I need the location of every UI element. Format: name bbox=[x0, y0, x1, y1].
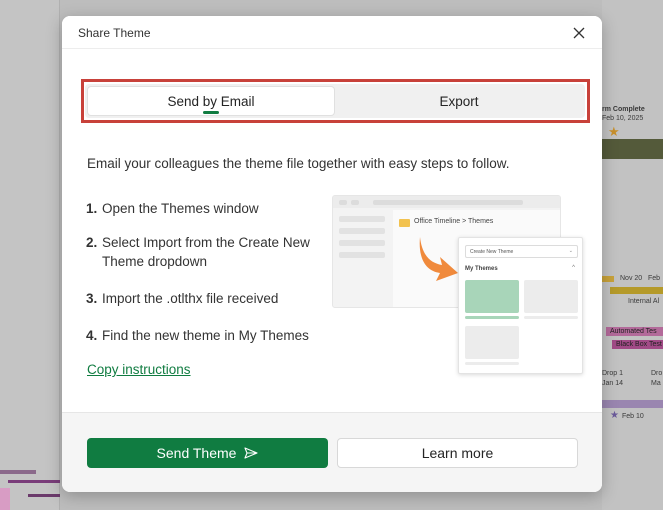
step-text: Select Import from the Create New Theme … bbox=[102, 235, 310, 269]
step-text: Import the .otlthx file received bbox=[102, 291, 279, 306]
illustration-bar bbox=[373, 200, 523, 205]
illustration-topbar bbox=[333, 196, 560, 208]
send-icon bbox=[244, 447, 259, 459]
illustration-dropdown: Create New Theme ⌄ bbox=[465, 245, 578, 258]
bg-drop: Drop 1 bbox=[602, 370, 624, 377]
illustration-sidebar-line bbox=[339, 228, 385, 234]
dialog-footer: Send Theme Learn more bbox=[62, 412, 602, 492]
illustration-tile-label bbox=[465, 362, 519, 365]
step-number: 1. bbox=[86, 201, 98, 216]
step-text: Find the new theme in My Themes bbox=[102, 328, 309, 343]
illustration-path: Office Timeline > Themes bbox=[414, 218, 494, 225]
illustration-tile-label bbox=[524, 316, 578, 319]
tab-send-by-email[interactable]: Send by Email bbox=[88, 87, 334, 115]
bg-bar bbox=[0, 470, 36, 474]
illustration-dot bbox=[351, 200, 359, 205]
copy-instructions-link[interactable]: Copy instructions bbox=[87, 362, 191, 377]
bg-date: Feb 10 bbox=[622, 413, 644, 420]
themes-illustration: Office Timeline > Themes Create New Them… bbox=[332, 195, 587, 380]
active-tab-indicator bbox=[203, 111, 219, 114]
step-number: 4. bbox=[86, 328, 98, 343]
chevron-down-icon: ⌄ bbox=[568, 248, 573, 254]
illustration-themes-panel: Create New Theme ⌄ My Themes ^ bbox=[458, 237, 583, 374]
bg-task: Automated Tes bbox=[610, 328, 657, 335]
chevron-up-icon: ^ bbox=[572, 265, 575, 271]
illustration-theme-tile bbox=[465, 326, 519, 359]
tab-label: Export bbox=[439, 93, 479, 109]
close-icon bbox=[573, 27, 585, 39]
tab-label: Send by Email bbox=[167, 93, 255, 109]
tab-group: Send by Email Export bbox=[85, 84, 585, 118]
tab-export[interactable]: Export bbox=[336, 87, 582, 115]
learn-more-label: Learn more bbox=[421, 445, 494, 461]
star-icon: ★ bbox=[610, 410, 619, 421]
arrow-down-right-icon bbox=[419, 237, 458, 281]
dialog-body: Send by Email Export Email your colleagu… bbox=[62, 48, 602, 412]
learn-more-button[interactable]: Learn more bbox=[337, 438, 578, 468]
close-button[interactable] bbox=[568, 22, 590, 44]
bg-bar bbox=[602, 139, 663, 159]
folder-icon bbox=[399, 219, 410, 227]
intro-text: Email your colleagues the theme file tog… bbox=[87, 156, 510, 171]
bg-milestone-label: rm Complete bbox=[602, 106, 645, 113]
send-theme-label: Send Theme bbox=[156, 445, 237, 461]
step-number: 2. bbox=[86, 235, 98, 250]
bg-bar bbox=[8, 480, 60, 483]
star-icon: ★ bbox=[608, 124, 620, 139]
step-item: 4. Find the new theme in My Themes bbox=[86, 326, 332, 345]
bg-bar bbox=[602, 276, 614, 282]
background-left-pane bbox=[0, 0, 60, 510]
step-text: Open the Themes window bbox=[102, 201, 259, 216]
background-right-pane: rm Complete Feb 10, 2025 ★ Nov 20 Feb In… bbox=[602, 0, 663, 510]
bg-date: Ma bbox=[651, 380, 661, 387]
bg-date: Jan 14 bbox=[602, 380, 624, 387]
illustration-theme-tile bbox=[524, 280, 578, 313]
bg-task: Black Box Test bbox=[616, 341, 662, 348]
step-item: 2. Select Import from the Create New The… bbox=[86, 233, 332, 271]
bg-drop: Dro bbox=[651, 370, 663, 377]
bg-task: Internal Al bbox=[628, 298, 660, 305]
bg-bar bbox=[602, 400, 663, 408]
bg-milestone-date: Feb 10, 2025 bbox=[602, 115, 644, 122]
illustration-theme-tile bbox=[465, 280, 519, 313]
illustration-dot bbox=[339, 200, 347, 205]
illustration-sidebar-line bbox=[339, 240, 385, 246]
bg-date: Nov 20 bbox=[620, 275, 643, 282]
bg-bar bbox=[610, 287, 663, 294]
illustration-sidebar-line bbox=[339, 216, 385, 222]
step-item: 3. Import the .otlthx file received bbox=[86, 289, 332, 308]
dialog-header: Share Theme bbox=[62, 16, 602, 48]
illustration-tile-label bbox=[465, 316, 519, 319]
dialog-title: Share Theme bbox=[78, 26, 151, 40]
share-theme-dialog: Share Theme Send by Email Export Email y… bbox=[62, 16, 602, 492]
illustration-dropdown-label: Create New Theme bbox=[470, 249, 514, 255]
bg-bar bbox=[28, 494, 60, 497]
step-item: 1. Open the Themes window bbox=[86, 199, 332, 218]
illustration-sidebar-line bbox=[339, 252, 385, 258]
illustration-section-title: My Themes bbox=[465, 266, 498, 272]
bg-date: Feb bbox=[648, 275, 661, 282]
bg-bar bbox=[0, 488, 10, 510]
step-number: 3. bbox=[86, 291, 98, 306]
send-theme-button[interactable]: Send Theme bbox=[87, 438, 328, 468]
